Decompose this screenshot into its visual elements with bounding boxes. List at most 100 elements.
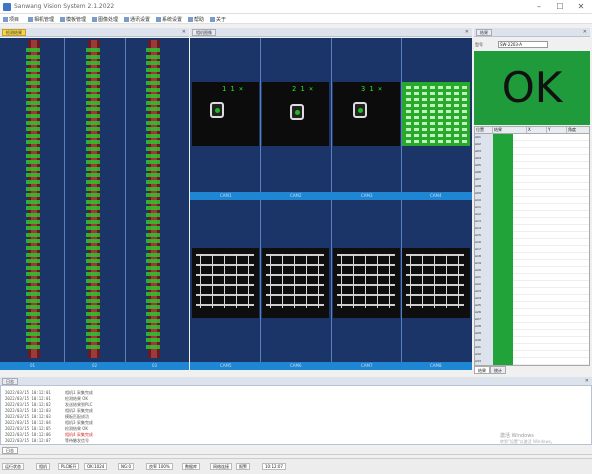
result-text: OK — [501, 63, 563, 112]
table-row[interactable]: A31 — [475, 344, 589, 351]
table-row[interactable]: A19 — [475, 260, 589, 267]
table-row[interactable]: A29 — [475, 330, 589, 337]
detection-tag — [26, 259, 40, 264]
table-row[interactable]: A18 — [475, 253, 589, 260]
table-row[interactable]: A21 — [475, 274, 589, 281]
table-row[interactable]: A28 — [475, 323, 589, 330]
column-header[interactable]: Y — [547, 127, 567, 134]
pin-icon[interactable]: ✕ — [583, 29, 587, 35]
table-row[interactable]: A20 — [475, 267, 589, 274]
table-row[interactable]: A07 — [475, 176, 589, 183]
table-row[interactable]: A08 — [475, 183, 589, 190]
table-row[interactable]: A04 — [475, 155, 589, 162]
model-label: 型号 — [475, 42, 483, 47]
camera-view-2[interactable]: 2 1 × — [262, 82, 329, 146]
detection-tag — [86, 48, 100, 52]
table-row[interactable]: A03 — [475, 148, 589, 155]
table-row[interactable]: A15 — [475, 232, 589, 239]
table-row[interactable]: A27 — [475, 316, 589, 323]
detection-tag — [26, 127, 40, 132]
maximize-button[interactable]: ☐ — [551, 0, 569, 14]
table-row[interactable]: A26 — [475, 309, 589, 316]
row-status — [493, 246, 513, 253]
image-edge — [337, 274, 395, 276]
pin-icon[interactable]: ✕ — [465, 29, 469, 35]
table-row[interactable]: A25 — [475, 302, 589, 309]
column-header[interactable]: 位置 — [475, 127, 493, 134]
camera-view-8[interactable] — [402, 248, 470, 318]
table-row[interactable]: A09 — [475, 190, 589, 197]
image-edge — [212, 254, 213, 308]
detection-tag — [146, 74, 160, 79]
menu-item-comm[interactable]: 通讯设置 — [124, 16, 150, 23]
grid-cell — [438, 128, 443, 131]
table-row[interactable]: A30 — [475, 337, 589, 344]
camera-view-7[interactable] — [333, 248, 400, 318]
detection-tag — [86, 331, 100, 336]
camera-view-5[interactable] — [192, 248, 259, 318]
image-edge — [422, 254, 423, 308]
table-row[interactable]: A06 — [475, 169, 589, 176]
table-row[interactable]: A14 — [475, 225, 589, 232]
table-row[interactable]: A05 — [475, 162, 589, 169]
detection-tag — [146, 246, 160, 250]
row-id: A19 — [475, 260, 493, 267]
table-row[interactable]: A10 — [475, 197, 589, 204]
tab-statistics[interactable]: 统计 — [490, 366, 506, 374]
log-time: 2022/03/15 10:12:01 — [5, 390, 51, 395]
table-row[interactable]: A11 — [475, 204, 589, 211]
table-row[interactable]: A23 — [475, 288, 589, 295]
menu-item-project[interactable]: 项目 — [3, 16, 19, 23]
table-row[interactable]: A13 — [475, 218, 589, 225]
minimize-button[interactable]: – — [530, 0, 548, 14]
camera-view-3[interactable]: 3 1 × — [333, 82, 400, 146]
detection-tag — [146, 312, 160, 316]
tab-result[interactable]: 结果 — [476, 29, 492, 36]
menu-item-image[interactable]: 图像处理 — [92, 16, 118, 23]
camera-view-6[interactable] — [262, 248, 329, 318]
detection-tag — [26, 345, 40, 349]
detection-tag — [86, 252, 100, 257]
column-header[interactable]: 角度 — [567, 127, 589, 134]
model-field[interactable]: SW-2203-A — [498, 41, 548, 48]
tab-log[interactable]: 日志 — [2, 378, 18, 385]
menu-item-about[interactable]: 关于 — [210, 16, 226, 23]
menu-item-template[interactable]: 模板管理 — [60, 16, 86, 23]
table-row[interactable]: A33 — [475, 358, 589, 365]
column-header[interactable]: X — [527, 127, 547, 134]
grid-cell — [414, 116, 419, 119]
detection-tag — [146, 298, 160, 303]
column-header[interactable]: 结果 — [493, 127, 527, 134]
menu-item-camera[interactable]: 相机管理 — [28, 16, 54, 23]
close-button[interactable]: ✕ — [572, 0, 590, 14]
camera-view-1[interactable]: 1 1 × — [192, 82, 259, 146]
table-row[interactable]: A22 — [475, 281, 589, 288]
image-edge — [266, 274, 324, 276]
menu-item-help[interactable]: 帮助 — [188, 16, 204, 23]
detection-tag — [146, 114, 160, 118]
grid-cell — [414, 134, 419, 137]
tab-result-list[interactable]: 结果 — [474, 366, 490, 374]
camera-view-4[interactable] — [402, 82, 470, 146]
grid-cell — [438, 122, 443, 125]
table-row[interactable]: A24 — [475, 295, 589, 302]
grid-cell — [454, 110, 459, 113]
grid-cell — [462, 92, 467, 95]
camera-label: 3 1 × — [361, 85, 383, 93]
tab-camera-images[interactable]: 相机图像 — [192, 29, 216, 36]
table-row[interactable]: A17 — [475, 246, 589, 253]
table-row[interactable]: A32 — [475, 351, 589, 358]
detection-tag — [26, 67, 40, 72]
grid-cell — [462, 110, 467, 113]
pin-icon[interactable]: ✕ — [585, 378, 589, 384]
row-id: A09 — [475, 190, 493, 197]
table-row[interactable]: A16 — [475, 239, 589, 246]
tab-log-bottom[interactable]: 日志 — [2, 447, 18, 454]
table-row[interactable]: A01 — [475, 134, 589, 141]
detection-tag — [86, 114, 100, 118]
table-row[interactable]: A12 — [475, 211, 589, 218]
pin-icon[interactable]: ✕ — [182, 29, 186, 35]
table-row[interactable]: A02 — [475, 141, 589, 148]
menu-item-settings[interactable]: 系统设置 — [156, 16, 182, 23]
tab-detection-results[interactable]: 检测结果 — [2, 29, 26, 36]
